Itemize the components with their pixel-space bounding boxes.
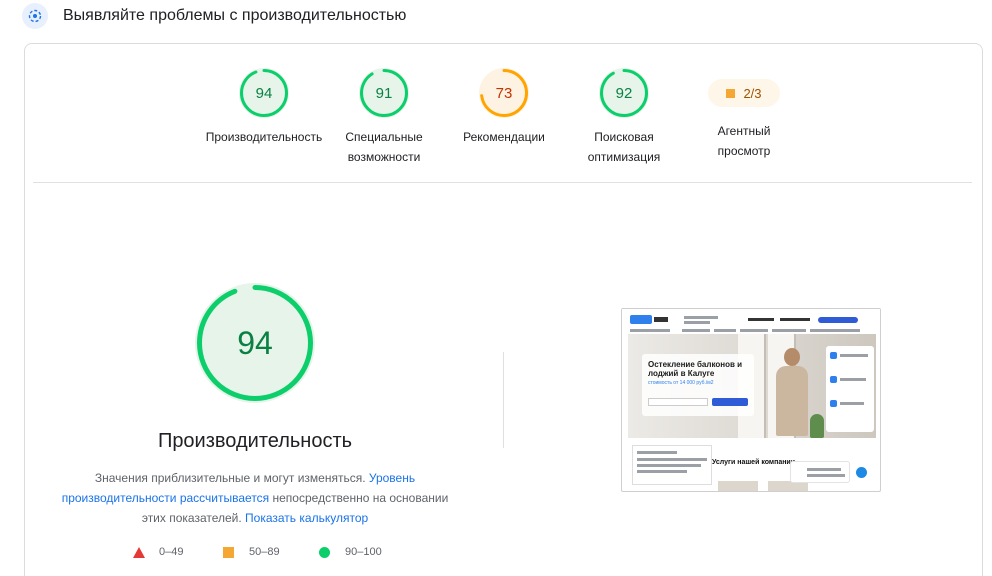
site-hero: Остекление балконов и лоджий в Калуге ст… xyxy=(628,334,876,438)
hero-price: стоимость от 14 000 руб./м2 xyxy=(648,380,714,386)
hero-phone-input xyxy=(648,398,708,406)
score-gauge: 94 xyxy=(239,68,289,118)
description-text: Значения приблизительные и могут изменят… xyxy=(94,471,369,485)
legend-label: 50–89 xyxy=(249,546,280,558)
score-gauge: 73 xyxy=(479,68,529,118)
report-card: 94 Производительность 91 Специальные воз… xyxy=(24,43,983,576)
score-gauge: 92 xyxy=(599,68,649,118)
score-gauge: 91 xyxy=(359,68,409,118)
divider xyxy=(33,182,972,183)
benefit-text xyxy=(840,354,868,357)
category-best-practices[interactable]: 73 Рекомендации xyxy=(439,68,569,147)
site-nav-item xyxy=(714,329,736,332)
score-value: 92 xyxy=(615,84,633,102)
score-description: Значения приблизительные и могут изменят… xyxy=(55,468,455,528)
chat-text xyxy=(807,474,845,477)
page-screenshot[interactable]: Остекление балконов и лоджий в Калуге ст… xyxy=(621,308,881,492)
site-text xyxy=(684,321,710,324)
benefit-icon xyxy=(830,376,837,383)
performance-title: Производительность xyxy=(157,430,353,452)
banner-text xyxy=(637,464,701,467)
hero-benefits xyxy=(826,346,874,432)
benefit-icon xyxy=(830,352,837,359)
site-nav-item xyxy=(630,329,670,332)
vertical-divider xyxy=(503,352,504,448)
score-value: 91 xyxy=(375,84,393,102)
section-title: Выявляйте проблемы с производительностью xyxy=(63,7,407,24)
category-seo[interactable]: 92 Поисковая оптимизация xyxy=(559,68,689,167)
agentic-score-pill: 2/3 xyxy=(708,79,780,107)
category-label-line: Рекомендации xyxy=(463,130,545,144)
site-services: Услуги нашей компании xyxy=(628,441,876,491)
legend-label: 0–49 xyxy=(159,546,184,558)
site-phone xyxy=(748,318,774,321)
hero-cta-button xyxy=(712,398,748,406)
site-logo xyxy=(630,315,652,324)
category-agentic-browsing[interactable]: 2/3 Агентный просмотр xyxy=(679,68,809,161)
pass-circle-icon xyxy=(319,546,330,558)
section-header: Выявляйте проблемы с производительностью xyxy=(22,3,406,29)
score-value: 73 xyxy=(495,84,513,102)
chat-popup xyxy=(790,461,850,483)
legend-pass: 90–100 xyxy=(319,546,382,558)
legend-average: 50–89 xyxy=(223,546,280,558)
benefit-text xyxy=(840,402,864,405)
score-value: 94 xyxy=(255,84,273,102)
banner-text xyxy=(637,451,677,454)
cookie-banner xyxy=(632,445,712,485)
hero-person-image xyxy=(774,346,810,436)
agentic-score-value: 2/3 xyxy=(743,85,762,101)
performance-gauge: 94 xyxy=(195,283,315,403)
calculator-link[interactable]: Показать калькулятор xyxy=(245,511,368,525)
benefit-text xyxy=(840,378,866,381)
chat-icon xyxy=(856,467,867,478)
category-label-line: просмотр xyxy=(717,144,771,158)
legend-label: 90–100 xyxy=(345,546,382,558)
category-label-line: Агентный xyxy=(717,124,771,138)
site-nav-item xyxy=(740,329,768,332)
category-label-line: Поисковая xyxy=(594,130,654,144)
hero-card: Остекление балконов и лоджий в Калуге ст… xyxy=(642,354,754,416)
category-label-line: возможности xyxy=(347,150,421,164)
category-label: Специальные возможности xyxy=(319,127,449,167)
average-square-icon xyxy=(726,88,736,98)
site-callback-button xyxy=(818,317,858,323)
category-label-line: Производительность xyxy=(205,130,323,144)
person-body xyxy=(776,366,808,436)
average-square-icon xyxy=(223,546,234,558)
site-text xyxy=(684,316,718,319)
category-label-line: Специальные xyxy=(345,130,423,144)
person-head xyxy=(784,348,800,366)
site-header xyxy=(622,309,880,333)
legend-fail: 0–49 xyxy=(133,546,183,558)
site-nav-item xyxy=(772,329,806,332)
category-accessibility[interactable]: 91 Специальные возможности xyxy=(319,68,449,167)
banner-text xyxy=(637,458,707,461)
site-nav-item xyxy=(682,329,710,332)
fail-triangle-icon xyxy=(133,546,145,558)
benefit-icon xyxy=(830,400,837,407)
banner-text xyxy=(637,470,687,473)
category-label: Рекомендации xyxy=(439,127,569,147)
hero-title: Остекление балконов и лоджий в Калуге xyxy=(648,360,743,378)
service-image xyxy=(718,481,758,491)
category-performance[interactable]: 94 Производительность xyxy=(199,68,329,147)
category-label-line: оптимизация xyxy=(587,150,661,164)
category-label: Поисковая оптимизация xyxy=(559,127,689,167)
site-nav xyxy=(622,327,880,333)
site-logo-mark xyxy=(654,317,668,322)
category-label: Агентный просмотр xyxy=(679,121,809,161)
hero-plant xyxy=(810,414,824,438)
services-title: Услуги нашей компании xyxy=(712,459,796,466)
category-label: Производительность xyxy=(199,127,329,147)
performance-score: 94 xyxy=(237,324,273,361)
chat-text xyxy=(807,468,841,471)
site-nav-item xyxy=(810,329,860,332)
site-phone xyxy=(780,318,810,321)
speed-icon xyxy=(22,3,48,29)
